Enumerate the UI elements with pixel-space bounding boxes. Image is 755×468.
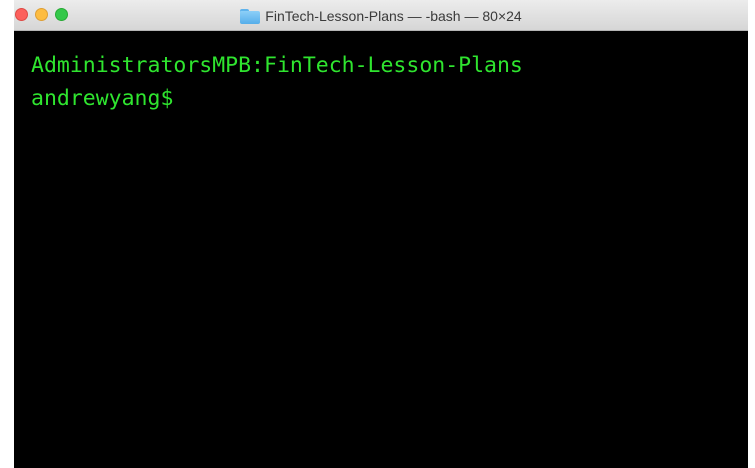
- folder-icon: [240, 8, 261, 24]
- terminal-line-prompt-host: AdministratorsMPB:FinTech-Lesson-Plans: [31, 53, 523, 78]
- terminal-content[interactable]: AdministratorsMPB:FinTech-Lesson-Plans a…: [14, 31, 748, 468]
- window-title-container: FinTech-Lesson-Plans — -bash — 80×24: [14, 0, 748, 31]
- terminal-line-prompt-user: andrewyang$: [31, 86, 174, 111]
- title-bar[interactable]: FinTech-Lesson-Plans — -bash — 80×24: [14, 0, 748, 31]
- terminal-window: FinTech-Lesson-Plans — -bash — 80×24 Adm…: [14, 0, 748, 468]
- window-title: FinTech-Lesson-Plans — -bash — 80×24: [265, 7, 522, 24]
